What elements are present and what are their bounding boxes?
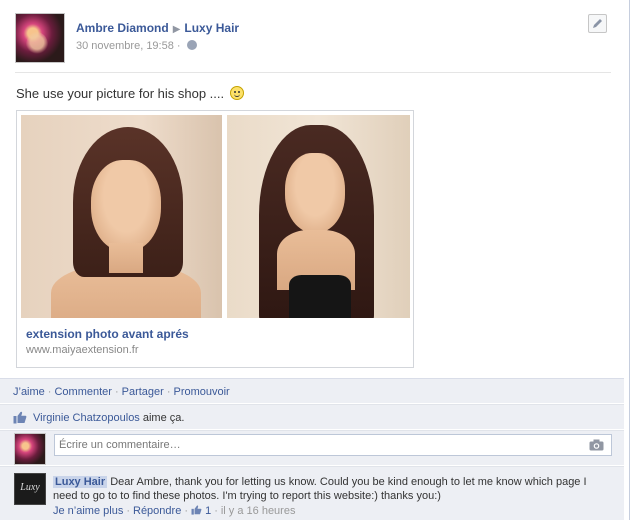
- meta-separator: ·: [176, 40, 181, 52]
- likes-text: aime ça.: [142, 412, 185, 424]
- attachment-title[interactable]: extension photo avant aprés: [26, 327, 189, 341]
- camera-icon[interactable]: [589, 439, 604, 451]
- comment-item: Luxy Luxy Hair Dear Ambre, thank you for…: [0, 466, 624, 520]
- action-separator: ·: [114, 386, 119, 398]
- attachment-url: www.maiyaextension.fr: [26, 344, 139, 356]
- meta-separator: ·: [126, 505, 130, 517]
- post-card: Ambre Diamond ▶ Luxy Hair 30 novembre, 19:…: [0, 0, 630, 520]
- pencil-icon: [593, 19, 602, 28]
- attachment-photo-after[interactable]: [227, 115, 410, 318]
- header-divider: [15, 72, 611, 73]
- author-link[interactable]: Ambre Diamond: [76, 21, 169, 35]
- post-timestamp[interactable]: 30 novembre, 19:58: [76, 40, 174, 52]
- like-link[interactable]: J’aime: [13, 386, 45, 398]
- comment-author-link[interactable]: Luxy Hair: [53, 476, 108, 488]
- liker-link[interactable]: Virginie Chatzopoulos: [33, 412, 140, 424]
- promote-link[interactable]: Promouvoir: [173, 386, 229, 398]
- comment-meta: Je n’aime plus · Répondre · 1 · il y a 16 heu…: [53, 505, 295, 517]
- post-meta: 30 novembre, 19:58 ·: [76, 40, 197, 52]
- smiley-icon: [229, 86, 244, 100]
- globe-icon[interactable]: [186, 40, 197, 50]
- thumbs-up-icon[interactable]: [191, 505, 202, 515]
- comment-link[interactable]: Commenter: [54, 386, 111, 398]
- meta-separator: ·: [214, 505, 218, 517]
- thumbs-up-icon: [13, 411, 27, 424]
- comment-time[interactable]: il y a 16 heures: [221, 505, 296, 517]
- comment-composer: Écrire un commentaire…: [0, 430, 624, 465]
- comment-input[interactable]: Écrire un commentaire…: [54, 434, 612, 456]
- author-avatar[interactable]: [15, 13, 65, 63]
- post-message-text: She use your picture for his shop ....: [16, 86, 225, 101]
- attachment-photo-before[interactable]: [21, 115, 222, 318]
- action-bar: J’aime · Commenter · Partager · Promouvoir: [0, 378, 624, 403]
- unlike-link[interactable]: Je n’aime plus: [53, 505, 123, 517]
- reply-link[interactable]: Répondre: [133, 505, 181, 517]
- avatar-logo-text: Luxy: [20, 482, 40, 493]
- commenter-avatar[interactable]: Luxy: [14, 473, 46, 505]
- current-user-avatar[interactable]: [14, 433, 46, 465]
- triangle-right-icon: ▶: [172, 24, 181, 35]
- share-link[interactable]: Partager: [122, 386, 164, 398]
- meta-separator: ·: [184, 505, 188, 517]
- post-message: She use your picture for his shop ....: [16, 86, 244, 101]
- comment-like-count[interactable]: 1: [205, 505, 211, 517]
- post-header: Ambre Diamond ▶ Luxy Hair: [76, 21, 239, 35]
- likes-row: Virginie Chatzopoulos aime ça.: [0, 404, 624, 429]
- link-attachment[interactable]: extension photo avant aprés www.maiyaext…: [16, 110, 414, 368]
- comment-text: Dear Ambre, thank you for letting us kno…: [53, 476, 587, 502]
- target-page-link[interactable]: Luxy Hair: [184, 21, 239, 35]
- action-separator: ·: [47, 386, 52, 398]
- edit-button[interactable]: [588, 14, 607, 33]
- comment-body: Luxy Hair Dear Ambre, thank you for lett…: [53, 475, 613, 503]
- action-separator: ·: [166, 386, 171, 398]
